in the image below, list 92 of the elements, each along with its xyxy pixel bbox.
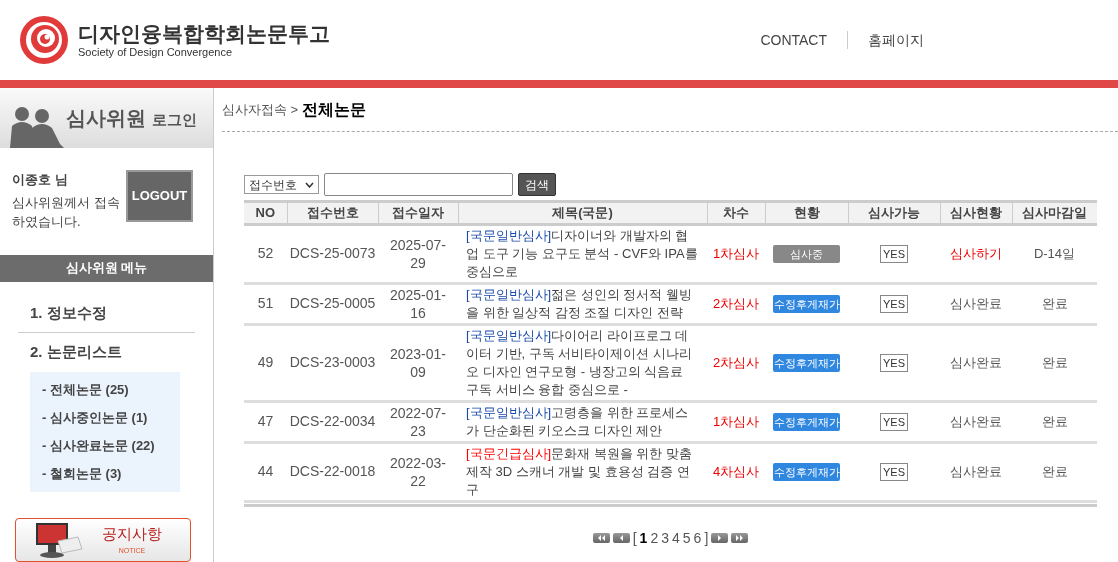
table-cell: DCS-22-0034	[287, 401, 378, 442]
table-cell: 2022-03-22	[378, 442, 458, 501]
bracket: [	[632, 528, 637, 548]
login-title: 심사위원	[66, 106, 146, 131]
table-cell: 2025-07-29	[378, 224, 458, 283]
login-label: 로그인	[152, 109, 197, 130]
menu-header: 심사위원 메뉴	[0, 254, 213, 282]
submenu-item[interactable]: - 심사중인논문 (1)	[30, 403, 180, 432]
breadcrumb-parent[interactable]: 심사자접속 >	[222, 99, 299, 120]
column-header: 심사현황	[940, 201, 1012, 224]
paper-title-link[interactable]: [국문긴급심사]문화재 복원을 위한 맞춤 제작 3D 스캐너 개발 및 효용성 검증 연구	[466, 444, 699, 499]
column-header: 접수일자	[378, 201, 458, 224]
table-cell: 완료	[1012, 401, 1097, 442]
header-link[interactable]: 홈페이지	[868, 29, 924, 51]
menu-item[interactable]: 2. 논문리스트	[18, 339, 195, 366]
yes-tag: YES	[880, 354, 908, 372]
table-cell: 49	[244, 324, 287, 401]
site-title: 디자인융복합학회논문투고	[78, 21, 330, 46]
table-cell: 51	[244, 283, 287, 324]
next-page-button[interactable]	[711, 533, 729, 543]
page-title: 전체논문	[302, 99, 367, 120]
paper-title-link[interactable]: [국문일반심사]젊은 성인의 정서적 웰빙을 위한 일상적 감정 조절 디자인 전략	[466, 285, 699, 322]
submenu-item[interactable]: - 전체논문 (25)	[30, 375, 180, 404]
paper-title-link[interactable]: [국문일반심사]디자이너와 개발자의 협업 도구 기능 요구도 분석 - CVF와 IPA를 중심으로	[466, 226, 699, 281]
page-link[interactable]: 2	[650, 527, 659, 549]
review-status[interactable]: 심사완료	[950, 414, 1002, 429]
double-arrow-icon	[735, 535, 745, 541]
menu-item[interactable]: 1. 정보수정	[18, 299, 195, 327]
table-cell: 1차심사	[707, 224, 765, 283]
status-badge: 수정후게재가	[773, 354, 840, 372]
review-status[interactable]: 심사완료	[950, 464, 1002, 479]
page-link[interactable]: 6	[693, 527, 702, 549]
table-cell: 완료	[1012, 324, 1097, 401]
yes-tag: YES	[880, 245, 908, 263]
first-page-button[interactable]	[592, 533, 610, 543]
yes-tag: YES	[880, 295, 908, 313]
page-link[interactable]: 4	[672, 527, 680, 549]
yes-tag: YES	[880, 413, 908, 431]
search-field[interactable]	[324, 173, 513, 196]
column-header: 심사가능	[848, 201, 940, 224]
submenu-item[interactable]: - 철회논문 (3)	[30, 459, 180, 488]
review-status[interactable]: 심사완료	[950, 296, 1002, 311]
status-badge: 수정후게재가	[773, 295, 840, 313]
table-cell: DCS-25-0005	[287, 283, 378, 324]
table-cell: 2023-01-09	[378, 324, 458, 401]
double-arrow-icon	[596, 535, 606, 541]
table-cell: 2차심사	[707, 283, 765, 324]
column-header: 심사마감일	[1012, 201, 1097, 224]
submenu-item[interactable]: - 심사완료논문 (22)	[30, 431, 180, 460]
header-link[interactable]: CONTACT	[760, 29, 827, 51]
column-header: 현황	[765, 201, 848, 224]
table-cell: 2차심사	[707, 324, 765, 401]
table-cell: D-14일	[1012, 224, 1097, 283]
column-header: 접수번호	[287, 201, 378, 224]
table-cell: 완료	[1012, 442, 1097, 501]
page-link[interactable]: 1	[639, 527, 648, 549]
table-cell: DCS-22-0018	[287, 442, 378, 501]
table-cell: DCS-23-0003	[287, 324, 378, 401]
logout-button[interactable]: LOGOUT	[126, 170, 193, 222]
bracket: ]	[704, 528, 709, 548]
table-cell: 완료	[1012, 283, 1097, 324]
paper-title-link[interactable]: [국문일반심사]다이어리 라이프로그 데이터 기반, 구독 서비타이제이션 시나리오 디자인 연구모형 - 냉장고의 식음료 구독 서비스 융합 중심으로 -	[466, 326, 699, 399]
column-header: 차수	[707, 201, 765, 224]
search-button[interactable]: 검색	[518, 173, 556, 196]
review-status[interactable]: 심사하기	[950, 246, 1002, 261]
table-cell: 52	[244, 224, 287, 283]
yes-tag: YES	[880, 463, 908, 481]
status-badge: 수정후게재가	[773, 413, 840, 431]
table-cell: 47	[244, 401, 287, 442]
notice-title: 공지사항	[102, 524, 162, 545]
user-name: 이종호 님	[12, 171, 69, 189]
chevron-down-icon	[305, 181, 314, 188]
table-cell: 1차심사	[707, 401, 765, 442]
status-badge: 수정후게재가	[773, 463, 840, 481]
paper-title-link[interactable]: [국문일반심사]고령층을 위한 프로세스가 단순화된 키오스크 디자인 제안	[466, 403, 699, 440]
column-header: 제목(국문)	[458, 201, 707, 224]
spiral-logo-icon	[18, 14, 70, 66]
table-cell: 2022-07-23	[378, 401, 458, 442]
status-badge: 심사중	[773, 245, 840, 263]
page-link[interactable]: 3	[661, 527, 669, 549]
page-link[interactable]: 5	[682, 527, 691, 549]
search-type-select[interactable]: 접수번호	[244, 175, 319, 194]
column-header: NO	[244, 201, 287, 224]
previous-page-button[interactable]	[612, 533, 630, 543]
welcome-text: 심사위원께서 접속하였습니다.	[12, 193, 120, 231]
review-status[interactable]: 심사완료	[950, 355, 1002, 370]
site-subtitle: Society of Design Convergence	[78, 45, 234, 59]
table-cell: 4차심사	[707, 442, 765, 501]
table-cell: 2025-01-16	[378, 283, 458, 324]
last-page-button[interactable]	[731, 533, 749, 543]
table-cell: 44	[244, 442, 287, 501]
table-cell: DCS-25-0073	[287, 224, 378, 283]
